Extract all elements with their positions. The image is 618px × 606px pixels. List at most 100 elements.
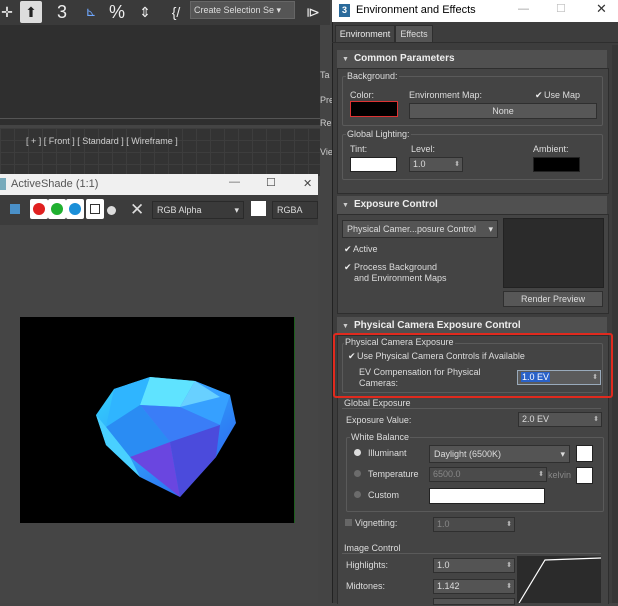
channel-dropdown[interactable]: RGB Alpha ▾ [152,201,244,219]
spinner-snap-icon[interactable]: ⇕ [134,1,156,23]
temperature-spinner[interactable]: 6500.0 ⬍ [429,467,547,482]
dialog-scrollbar[interactable] [612,45,618,603]
midtones-spinner[interactable]: 1.142 ⬍ [433,579,515,594]
custom-color-swatch[interactable] [429,488,545,504]
side-tab-pre[interactable]: Pre [320,95,334,105]
diamond-render [96,377,236,497]
dialog-maximize-button[interactable]: ☐ [556,2,566,15]
minimize-button[interactable]: — [229,176,240,188]
illuminant-radio[interactable] [354,449,361,456]
tint-label: Tint: [350,144,368,154]
background-color-swatch[interactable] [350,101,398,117]
spinner-arrows-icon: ⬍ [506,583,512,590]
tab-divider [332,42,618,43]
named-selection-icon[interactable]: {/ [166,1,186,23]
mirror-icon[interactable]: ⧐ [304,1,322,23]
use-map-checkbox[interactable]: ✔Use Map [535,90,580,101]
level-spinner[interactable]: 1.0 ⬍ [409,157,463,172]
global-exposure-label: Global Exposure [344,398,411,408]
red-channel-icon[interactable] [33,203,45,215]
mono-channel-icon[interactable] [107,206,116,215]
highlights-spinner[interactable]: 1.0 ⬍ [433,558,515,573]
spinner-arrows-icon: ⬍ [538,471,544,478]
spinner-arrows-icon: ⬍ [454,161,460,168]
rollout-common-parameters[interactable]: ▼ Common Parameters [337,50,607,68]
save-image-icon[interactable] [10,204,20,214]
custom-radio[interactable] [354,491,361,498]
red-channel-toggle [30,199,48,219]
activeshade-titlebar: ActiveShade (1:1) — ☐ ✕ [0,174,318,195]
environment-map-label: Environment Map: [409,90,483,100]
selection-set-dropdown[interactable]: Create Selection Se ▾ [190,1,295,19]
activeshade-toolbar: ✕ RGB Alpha ▾ RGBA [0,195,318,225]
image-control-label: Image Control [344,543,401,553]
ambient-color-swatch[interactable] [533,157,580,172]
chevron-down-icon: ▾ [488,224,493,234]
command-area [0,25,320,125]
angle-snap-icon[interactable]: ⊾ [80,1,102,23]
checkmark-icon: ✔ [535,90,543,100]
snap-3-icon[interactable]: 3 [51,1,73,23]
tone-curve [518,557,602,604]
move-icon[interactable]: ✛ [0,1,14,23]
temperature-color-swatch[interactable] [576,467,593,484]
channel-display-dropdown[interactable]: RGBA [272,201,318,219]
shadows-spinner[interactable] [433,598,515,605]
viewport-label[interactable]: [ + ] [ Front ] [ Standard ] [ Wireframe… [26,136,178,146]
dialog-title: Environment and Effects [356,4,476,16]
main-toolbar: ✛ ⬆ 3 ⊾ % ⇕ {/ Create Selection Se ▾ ⧐ [0,0,330,25]
select-icon[interactable]: ⬆ [20,1,42,23]
temperature-label: Temperature [368,469,419,479]
collapse-triangle-icon: ▼ [342,56,349,63]
illuminant-color-swatch[interactable] [576,445,593,462]
process-background-checkbox[interactable]: ✔ [344,262,353,273]
tint-color-swatch[interactable] [350,157,397,172]
vignetting-checkbox[interactable]: Vignetting: [345,518,397,528]
checkbox-empty-icon [345,519,352,526]
highlight-annotation [333,333,613,398]
level-label: Level: [411,144,436,154]
highlights-label: Highlights: [346,560,389,570]
render-view [20,317,295,523]
alpha-channel-icon[interactable] [90,204,100,214]
side-tab-re[interactable]: Re [320,118,332,128]
tab-effects[interactable]: Effects [395,25,433,43]
dialog-close-button[interactable]: ✕ [596,1,607,17]
color-swatch[interactable] [251,201,266,216]
vignetting-spinner[interactable]: 1.0 ⬍ [433,517,515,532]
active-checkbox[interactable]: ✔Active [344,244,378,255]
blue-channel-icon[interactable] [69,203,81,215]
spinner-arrows-icon: ⬍ [593,416,599,423]
exposure-value-label: Exposure Value: [346,415,412,425]
close-button[interactable]: ✕ [303,177,312,190]
maximize-button[interactable]: ☐ [266,176,276,189]
divider [342,408,601,409]
background-label: Background: [346,71,399,81]
side-tab-ta[interactable]: Ta [320,70,332,80]
side-tab-vie[interactable]: Vie [320,147,333,157]
checkmark-icon: ✔ [344,244,352,254]
render-preview-button[interactable]: Render Preview [503,291,603,307]
environment-map-button[interactable]: None [409,103,597,119]
percent-snap-icon[interactable]: % [106,1,128,23]
illuminant-dropdown[interactable]: Daylight (6500K) ▾ [429,445,570,463]
exposure-value-spinner[interactable]: 2.0 EV ⬍ [518,412,602,427]
dialog-titlebar: 3 Environment and Effects — ☐ ✕ [332,0,618,22]
clear-icon[interactable]: ✕ [130,200,144,220]
process-background-label: Process Background [354,262,438,272]
blue-channel-toggle [66,199,84,219]
custom-label: Custom [368,490,400,500]
ambient-label: Ambient: [533,144,569,154]
illuminant-label: Illuminant [368,448,407,458]
process-background-label-2: and Environment Maps [354,273,447,283]
exposure-preview [503,218,604,288]
chevron-down-icon: ▾ [560,449,565,459]
green-channel-icon[interactable] [51,203,63,215]
activeshade-title: ActiveShade (1:1) [11,178,99,190]
rollout-exposure-control[interactable]: ▼ Exposure Control [337,196,607,214]
global-lighting-label: Global Lighting: [346,129,411,139]
exposure-type-dropdown[interactable]: Physical Camer...posure Control ▾ [342,220,498,238]
tab-environment[interactable]: Environment [335,25,395,42]
dialog-minimize-button[interactable]: — [518,3,529,15]
temperature-radio[interactable] [354,470,361,477]
